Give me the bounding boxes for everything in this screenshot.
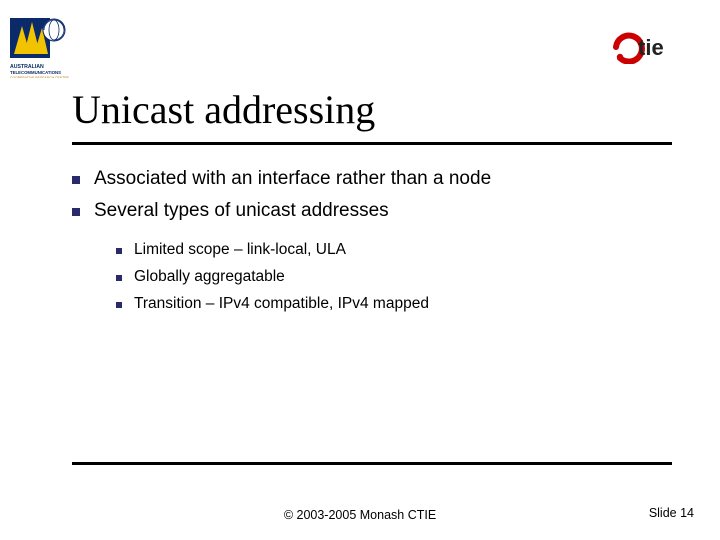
slide-content: Associated with an interface rather than…: [72, 166, 672, 319]
svg-text:COOPERATIVE RESEARCH CENTRE: COOPERATIVE RESEARCH CENTRE: [10, 76, 70, 78]
footer-slide-number: Slide 14: [649, 506, 694, 520]
bullet-item: Associated with an interface rather than…: [72, 166, 672, 192]
bullet-text: Several types of unicast addresses: [94, 198, 389, 224]
sub-bullet-item: Transition – IPv4 compatible, IPv4 mappe…: [116, 293, 672, 315]
divider-top: [72, 142, 672, 145]
sub-bullet-item: Limited scope – link-local, ULA: [116, 239, 672, 261]
ctie-logo: tie: [610, 30, 698, 64]
svg-text:TELECOMMUNICATIONS: TELECOMMUNICATIONS: [10, 70, 61, 75]
sub-bullet-item: Globally aggregatable: [116, 266, 672, 288]
bullet-item: Several types of unicast addresses: [72, 198, 672, 224]
sub-bullet-text: Transition – IPv4 compatible, IPv4 mappe…: [134, 293, 429, 315]
bullet-icon: [116, 275, 122, 281]
bullet-icon: [72, 176, 80, 184]
sub-bullet-text: Globally aggregatable: [134, 266, 285, 288]
atc-logo: AUSTRALIAN TELECOMMUNICATIONS COOPERATIV…: [10, 18, 70, 78]
bullet-icon: [72, 208, 80, 216]
bullet-icon: [116, 302, 122, 308]
bullet-icon: [116, 248, 122, 254]
footer-copyright: © 2003-2005 Monash CTIE: [0, 508, 720, 522]
sub-bullet-text: Limited scope – link-local, ULA: [134, 239, 346, 261]
slide: AUSTRALIAN TELECOMMUNICATIONS COOPERATIV…: [0, 0, 720, 540]
slide-title: Unicast addressing: [72, 86, 375, 133]
divider-bottom: [72, 462, 672, 465]
sub-bullet-list: Limited scope – link-local, ULA Globally…: [116, 239, 672, 314]
svg-text:tie: tie: [638, 35, 664, 60]
bullet-text: Associated with an interface rather than…: [94, 166, 491, 192]
